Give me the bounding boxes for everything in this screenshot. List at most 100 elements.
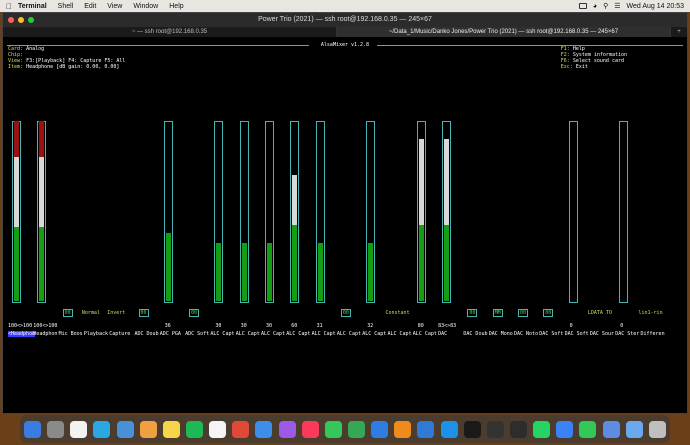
channel-name[interactable]: ALC Capt [261, 331, 285, 337]
podcasts-icon[interactable] [278, 420, 296, 438]
chrome-icon[interactable] [232, 420, 250, 438]
volume-bar[interactable] [239, 121, 249, 303]
volume-bar[interactable] [568, 121, 578, 303]
mute-switch[interactable]: 00 [518, 309, 528, 317]
calendar-icon[interactable] [70, 420, 88, 438]
notes-icon[interactable] [162, 420, 180, 438]
channel-name[interactable]: ADC PGA [160, 331, 181, 337]
mixer-channel[interactable]: 30 ALC Capt [210, 121, 234, 386]
mute-switch[interactable]: 00 [467, 309, 478, 317]
title-bar[interactable]: Power Trio (2021) — ssh root@192.168.0.3… [3, 13, 687, 27]
volume-bar[interactable] [37, 121, 47, 303]
finder-icon[interactable] [24, 420, 41, 438]
mixer-channel[interactable]: 30 ALC Capt [236, 121, 260, 386]
volume-bar[interactable] [315, 121, 325, 303]
skype-icon[interactable] [93, 420, 111, 438]
mixer-channel[interactable]: lin1-rin Differen [639, 121, 665, 386]
preview2-icon[interactable] [602, 420, 620, 438]
channel-name[interactable]: <Headphon [8, 331, 36, 337]
mixer-channel[interactable]: MM DAC Mono [489, 121, 513, 386]
mixer-channel[interactable]: LDATA TO DAC Sour [588, 121, 614, 386]
wifi-icon[interactable]: ◕ [593, 3, 597, 10]
channel-name[interactable]: Playback [84, 331, 108, 337]
channel-name[interactable]: ADC Doub [135, 331, 159, 337]
battery-icon[interactable] [578, 3, 587, 9]
vlc-icon[interactable] [394, 420, 412, 438]
mute-switch[interactable]: 00 [138, 309, 149, 317]
kindle-icon[interactable] [486, 420, 504, 438]
mixer-channel[interactable]: 83<>83 DAC [438, 121, 462, 386]
photos-icon[interactable] [139, 420, 157, 438]
menu-help[interactable]: Help [169, 3, 183, 10]
mute-switch[interactable]: 00 [189, 309, 200, 317]
mixer-channel[interactable]: 80 ALC Capt [413, 121, 437, 386]
mute-switch[interactable]: 00 [62, 309, 73, 317]
menu-edit[interactable]: Edit [84, 3, 96, 10]
numbers-icon[interactable] [347, 420, 365, 438]
volume-bar[interactable] [163, 121, 173, 303]
mixer-channel[interactable]: 00 DAC Doub [463, 121, 487, 386]
channel-name[interactable]: ALC Capt [236, 331, 260, 337]
keynote-icon[interactable] [371, 420, 389, 438]
spotify-icon[interactable] [185, 420, 203, 438]
search-icon[interactable]: ⚲ [603, 2, 608, 10]
control-center-icon[interactable]: ☰ [614, 2, 620, 10]
channel-name[interactable]: DAC Soft [539, 331, 563, 337]
channel-name[interactable]: DAC Doub [463, 331, 487, 337]
volume-bar[interactable] [619, 121, 629, 303]
mixer-channel[interactable]: 0 DAC Ster [615, 121, 639, 386]
mixer-channel[interactable]: 32 ALC Capt [362, 121, 386, 386]
channel-name[interactable]: ALC Capt [210, 331, 234, 337]
messages-icon[interactable] [324, 420, 342, 438]
mail-icon[interactable] [255, 420, 273, 438]
trash-icon[interactable] [648, 420, 666, 438]
mixer-channel[interactable]: 00 ADC Doub [135, 121, 159, 386]
volume-bar[interactable] [416, 121, 426, 303]
volume-bar[interactable] [366, 121, 376, 303]
alsamixer-screen[interactable]: AlsaMixer v1.2.8 Card: Analog Chip: View… [3, 37, 687, 413]
whatsapp-icon[interactable] [533, 420, 551, 438]
mixer-channel[interactable]: 100<>100 Headphon [33, 121, 57, 386]
volume-bar[interactable] [265, 121, 274, 303]
channel-name[interactable]: Mic Boos [59, 331, 83, 337]
reminders-icon[interactable] [209, 420, 227, 438]
new-tab-icon[interactable]: + [671, 27, 687, 37]
launchpad-icon[interactable] [47, 420, 65, 438]
finder2-icon[interactable] [625, 420, 643, 438]
mixer-channel[interactable]: 00 ADC Soft [185, 121, 209, 386]
mixer-channel[interactable]: 00 ALC Capt [337, 121, 361, 386]
volume-bar[interactable] [214, 121, 224, 303]
docker-icon[interactable] [440, 420, 458, 438]
mixer-channel[interactable]: 30 ALC Capt [261, 121, 285, 386]
channel-name[interactable]: DAC Ster [615, 331, 639, 337]
facetime-icon[interactable] [579, 420, 597, 438]
channel-name[interactable]: DAC Soft [565, 331, 589, 337]
mute-switch[interactable]: 00 [543, 309, 554, 317]
channel-name[interactable]: ALC Capt [388, 331, 412, 337]
mute-switch[interactable]: 00 [340, 309, 351, 317]
mixer-channel[interactable]: Invert Capture [107, 121, 133, 386]
menu-shell[interactable]: Shell [58, 3, 74, 10]
mixer-channel[interactable]: 00 DAC Soft [539, 121, 563, 386]
apple-menu-icon[interactable]:  [0, 2, 18, 11]
channel-name[interactable]: Capture [109, 331, 130, 337]
tab-ssh-home[interactable]: ~ — ssh root@192.168.0.35 [3, 27, 337, 37]
mixer-channel[interactable]: 60 ALC Capt [286, 121, 310, 386]
volume-bar[interactable] [442, 121, 452, 303]
mute-switch[interactable]: MM [492, 309, 503, 317]
channel-name[interactable]: ALC Capt [286, 331, 310, 337]
vs-code-icon[interactable] [417, 420, 435, 438]
preview-icon[interactable] [116, 420, 134, 438]
menu-window[interactable]: Window [133, 3, 158, 10]
activity-icon[interactable] [509, 420, 527, 438]
mixer-channel[interactable]: Constant ALC Capt [386, 121, 412, 386]
mixer-channel[interactable]: 31 ALC Capt [312, 121, 336, 386]
mixer-channel[interactable]: 36 ADC PGA [160, 121, 184, 386]
channel-name[interactable]: ALC Capt [337, 331, 361, 337]
mixer-channel[interactable]: Normal Playback [82, 121, 108, 386]
menu-view[interactable]: View [107, 3, 122, 10]
terminal-icon[interactable] [463, 420, 481, 438]
messenger-icon[interactable] [556, 420, 574, 438]
mixer-channel[interactable]: 100<>100 <Headphon [8, 121, 36, 386]
mixer-channel[interactable]: 0 DAC Soft [565, 121, 589, 386]
